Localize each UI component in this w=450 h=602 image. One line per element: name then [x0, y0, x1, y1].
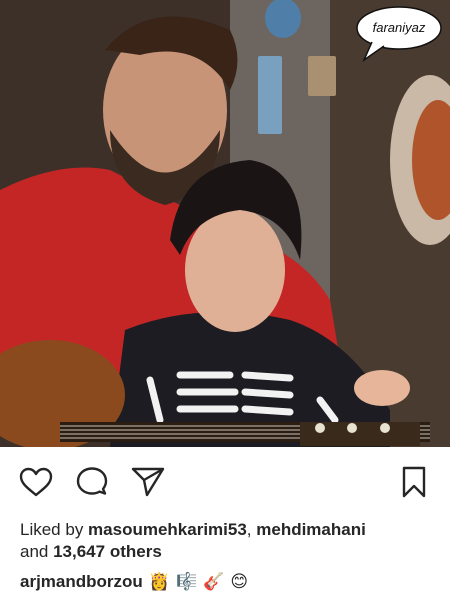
likes-others-count[interactable]: 13,647 others — [53, 542, 162, 561]
likes-and: and — [20, 542, 54, 561]
comment-button[interactable] — [72, 462, 112, 502]
liker-username-1[interactable]: masoumehkarimi53 — [88, 520, 247, 539]
smile-emoji: 😊 — [230, 572, 249, 592]
heart-icon — [19, 467, 53, 497]
post-photo[interactable]: faraniyaz — [0, 0, 450, 447]
bookmark-icon — [402, 466, 426, 498]
likes-separator: , — [246, 520, 257, 539]
likes-summary: Liked by masoumehkarimi53, mehdimahani a… — [20, 519, 440, 563]
caption-username[interactable]: arjmandborzou — [20, 571, 143, 593]
speech-bubble-text: faraniyaz — [372, 19, 426, 35]
paper-plane-icon — [131, 467, 165, 497]
music-score-emoji: 🎼 — [175, 572, 198, 592]
guitar-emoji: 🎸 — [203, 572, 225, 592]
save-button[interactable] — [394, 462, 434, 502]
post-caption: arjmandborzou 👸 🎼 🎸 😊 — [20, 571, 440, 593]
post-action-bar — [0, 462, 450, 506]
liker-username-2[interactable]: mehdimahani — [256, 520, 366, 539]
princess-emoji: 👸 — [148, 572, 170, 592]
likes-prefix: Liked by — [20, 520, 89, 539]
share-button[interactable] — [128, 462, 168, 502]
photo-illustration — [0, 0, 450, 447]
like-button[interactable] — [16, 462, 56, 502]
comment-icon — [76, 467, 108, 495]
